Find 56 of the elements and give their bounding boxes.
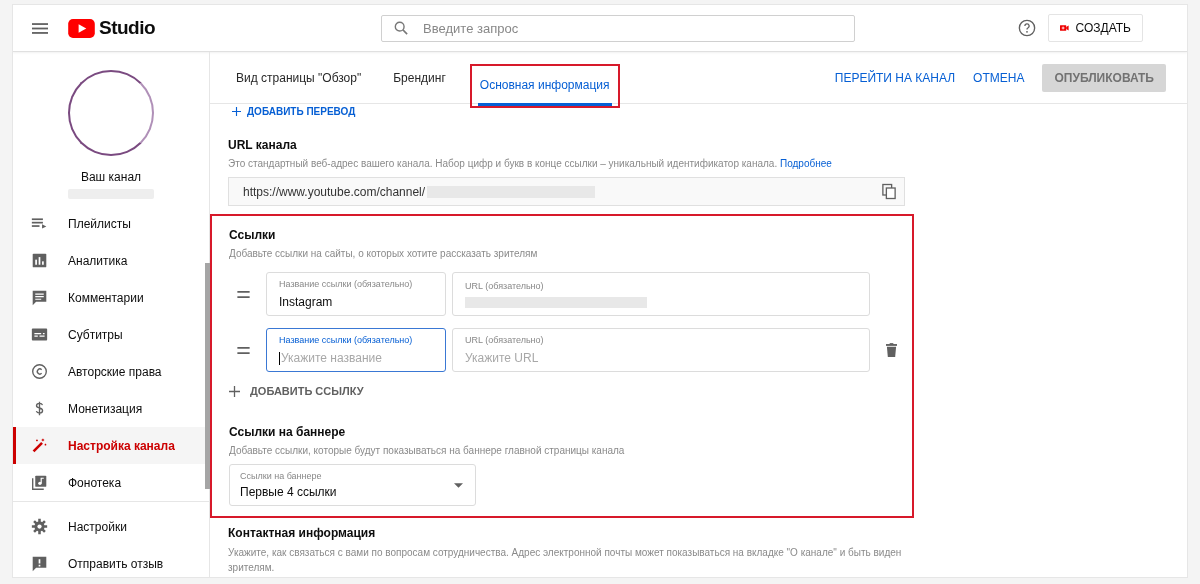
create-button[interactable]: СОЗДАТЬ (1048, 14, 1143, 42)
plus-icon (232, 107, 241, 116)
channel-name: Ваш канал (80, 170, 142, 184)
section-description: Это стандартный веб-адрес вашего канала. Набор цифр и букв в конце ссылки – уникальный идентификатор канала. Подробнее (228, 158, 832, 169)
help-icon[interactable] (1018, 19, 1036, 37)
copyright-icon (31, 363, 48, 380)
cancel-link[interactable]: ОТМЕНА (973, 70, 1025, 85)
video-camera-icon (1060, 23, 1069, 33)
section-description: Добавьте ссылки, которые будут показываться на баннере главной страницы канала (229, 445, 625, 456)
comments-icon (31, 289, 48, 306)
section-description: Укажите, как связаться с вами по вопросам сотрудничества. Адрес электронной почты может показываться на вкладке "О канале" и быть виден зрителям. (228, 546, 903, 575)
dropdown-caret-icon (454, 482, 463, 488)
section-title: Ссылки (229, 228, 276, 242)
sidebar-item[interactable]: Комментарии (13, 279, 209, 316)
sidebar-item[interactable]: Плейлисты (13, 205, 209, 242)
sidebar-item[interactable]: Фонотека (13, 464, 209, 501)
scrollbar[interactable] (205, 263, 210, 489)
sidebar-item[interactable]: Субтитры (13, 316, 209, 353)
logo-text: Studio (99, 17, 156, 39)
link-name-field[interactable]: Название ссылки (обязательно) Instagram (266, 272, 446, 316)
search-field[interactable]: Введите запрос (381, 14, 856, 42)
plus-icon (229, 385, 240, 397)
link-name-field[interactable]: Название ссылки (обязательно) Укажите название (266, 328, 446, 372)
sidebar-item[interactable]: Монетизация (13, 390, 209, 427)
section-title: Ссылки на баннере (229, 425, 346, 439)
section-title: URL канала (228, 138, 297, 152)
sidebar-item[interactable]: Отправить отзыв (13, 545, 209, 577)
analytics-icon (31, 252, 48, 269)
copy-icon[interactable] (882, 183, 896, 200)
wand-icon (31, 437, 48, 454)
section-description: Добавьте ссылки на сайты, о которых хотите рассказать зрителям (229, 248, 538, 259)
sidebar-item[interactable]: Настройки (13, 508, 209, 545)
drag-handle-icon[interactable] (237, 290, 250, 298)
feedback-icon (31, 555, 48, 572)
link-url-field[interactable]: URL (обязательно) Укажите URL (452, 328, 870, 372)
add-link-button[interactable]: ДОБАВИТЬ ССЫЛКУ (229, 385, 364, 397)
tab[interactable]: Брендинг (391, 52, 448, 103)
link-url-field[interactable]: URL (обязательно) (452, 272, 870, 316)
play-logo-icon (68, 18, 95, 38)
subtitles-icon (31, 326, 48, 343)
menu-icon[interactable] (32, 22, 48, 34)
tab[interactable]: Основная информация (477, 66, 612, 106)
search-icon (394, 20, 409, 35)
add-translation-link[interactable]: ДОБАВИТЬ ПЕРЕВОД (247, 106, 356, 117)
view-channel-link[interactable]: ПЕРЕЙТИ НА КАНАЛ (834, 70, 956, 85)
music-icon (31, 474, 48, 491)
drag-handle-icon[interactable] (237, 346, 250, 354)
settings-icon (31, 518, 48, 535)
trash-icon[interactable] (885, 343, 897, 357)
channel-url-field[interactable]: https://www.youtube.com/channel/ (228, 177, 905, 206)
sidebar-item[interactable]: Аналитика (13, 242, 209, 279)
banner-links-dropdown[interactable]: Ссылки на баннере Первые 4 ссылки (229, 464, 476, 506)
tab[interactable]: Вид страницы "Обзор" (234, 52, 364, 103)
learn-more-link[interactable]: Подробнее (779, 158, 832, 169)
sidebar-item[interactable]: Авторские права (13, 353, 209, 390)
section-title: Контактная информация (228, 526, 376, 540)
